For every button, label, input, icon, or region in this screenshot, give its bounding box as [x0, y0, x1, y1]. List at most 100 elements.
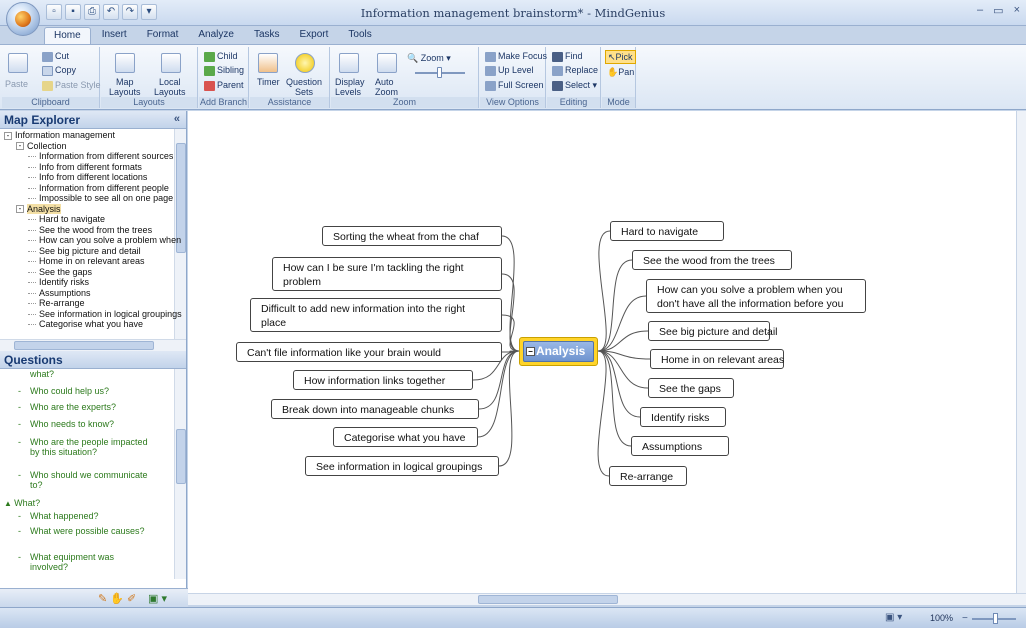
map-canvas[interactable]: − Analysis Sorting the wheat from the ch… [188, 111, 1016, 593]
question-item[interactable]: - What were possible causes? [10, 526, 160, 536]
map-topic[interactable]: Can't file information like your brain w… [236, 342, 502, 362]
question-group-header[interactable]: ▲ What? [4, 498, 154, 509]
tab-export[interactable]: Export [291, 27, 338, 44]
map-topic[interactable]: See the gaps [648, 378, 734, 398]
question-item[interactable]: - Who should we communicate to? [10, 470, 160, 490]
timer-icon[interactable] [258, 53, 278, 73]
map-topic[interactable]: Identify risks [640, 407, 726, 427]
tree-expander-icon[interactable]: - [4, 131, 12, 140]
map-topic[interactable]: See big picture and detail [648, 321, 778, 341]
tree-horizontal-scrollbar[interactable] [0, 339, 186, 351]
tab-home[interactable]: Home [44, 27, 91, 44]
pick-button[interactable]: ↖Pick [605, 50, 636, 64]
paste-button[interactable]: Paste [5, 79, 28, 89]
question-sets-button[interactable]: Question Sets [286, 77, 322, 97]
restore-button[interactable]: ▭ [993, 4, 1003, 17]
map-topic[interactable]: How can you solve a problem when you don… [646, 279, 866, 313]
map-topic[interactable]: Hard to navigate [610, 221, 724, 241]
collapse-pane-icon[interactable]: « [174, 113, 180, 125]
tree-item[interactable]: Identify risks [28, 277, 89, 288]
tree-item[interactable]: Info from different locations [28, 172, 147, 183]
tree-vertical-scrollbar[interactable] [174, 129, 186, 339]
view-mode-icon[interactable]: ▣ ▾ [885, 612, 902, 623]
canvas-vertical-scrollbar[interactable] [1016, 111, 1026, 593]
tab-analyze[interactable]: Analyze [189, 27, 243, 44]
question-item[interactable]: - What happened? [10, 511, 160, 521]
question-tools-icon[interactable]: ✎ ✋ ✐ [98, 592, 136, 605]
map-topic[interactable]: Home in on relevant areas [650, 349, 784, 369]
local-layouts-button[interactable]: Local Layouts [154, 77, 186, 97]
question-item[interactable]: - What equipment was involved? [10, 552, 160, 572]
canvas-hscroll-thumb[interactable] [478, 595, 618, 604]
timer-button[interactable]: Timer [257, 77, 280, 87]
close-button[interactable]: × [1014, 4, 1020, 17]
tree-item[interactable]: Categorise what you have [28, 319, 143, 330]
zoom-button[interactable]: 🔍 Zoom ▾ [407, 53, 451, 63]
questions-scroll-thumb[interactable] [176, 429, 186, 484]
map-topic[interactable]: Categorise what you have [333, 427, 478, 447]
pan-button[interactable]: ✋Pan [607, 67, 634, 77]
tree-item[interactable]: How can you solve a problem when [28, 235, 181, 246]
tree-item[interactable]: Information from different people [28, 183, 169, 194]
display-levels-button[interactable]: Display Levels [335, 77, 365, 97]
tree-item[interactable]: Re-arrange [28, 298, 85, 309]
map-topic[interactable]: Re-arrange [609, 466, 687, 486]
local-layouts-icon[interactable] [161, 53, 181, 73]
tree-item[interactable]: Info from different formats [28, 162, 142, 173]
tree-item[interactable]: Assumptions [28, 288, 91, 299]
zoom-out-icon[interactable]: − [962, 613, 968, 624]
tree-item[interactable]: Impossible to see all on one page [28, 193, 173, 204]
tab-tools[interactable]: Tools [339, 27, 380, 44]
question-item[interactable]: - Who needs to know? [10, 419, 160, 429]
auto-zoom-icon[interactable] [377, 53, 397, 73]
tree-item[interactable]: See information in logical groupings [28, 309, 182, 320]
map-layouts-icon[interactable] [115, 53, 135, 73]
expand-triangle-icon[interactable]: ▲ [4, 499, 14, 508]
question-icon[interactable] [295, 53, 315, 73]
map-topic[interactable]: How can I be sure I'm tackling the right… [272, 257, 502, 291]
map-topic[interactable]: See the wood from the trees [632, 250, 792, 270]
map-topic[interactable]: How information links together [293, 370, 473, 390]
minimize-button[interactable]: – [977, 4, 983, 17]
tab-insert[interactable]: Insert [93, 27, 136, 44]
sibling-button[interactable]: Sibling [204, 65, 244, 76]
make-focus-button[interactable]: Make Focus [485, 51, 547, 62]
tree-item[interactable]: Information from different sources [28, 151, 173, 162]
tab-tasks[interactable]: Tasks [245, 27, 289, 44]
full-screen-button[interactable]: Full Screen [485, 80, 544, 91]
question-item[interactable]: - Who are the people impacted by this sit… [10, 437, 160, 457]
question-item[interactable]: - Who are the experts? [10, 402, 160, 412]
display-levels-icon[interactable] [339, 53, 359, 73]
canvas-horizontal-scrollbar[interactable] [188, 593, 1026, 605]
central-topic[interactable]: − Analysis [519, 337, 598, 366]
find-button[interactable]: Find [552, 51, 583, 62]
tree-item[interactable]: - Information management [4, 130, 115, 141]
tree-hscroll-thumb[interactable] [14, 341, 154, 350]
auto-zoom-button[interactable]: Auto Zoom [375, 77, 398, 97]
zoom-slider-thumb[interactable] [437, 67, 442, 78]
tree-expander-icon[interactable]: - [16, 205, 24, 214]
copy-button[interactable]: Copy [42, 65, 76, 76]
parent-button[interactable]: Parent [204, 80, 244, 91]
tree-item[interactable]: See the wood from the trees [28, 225, 152, 236]
tree-item[interactable]: Home in on relevant areas [28, 256, 145, 267]
tab-format[interactable]: Format [138, 27, 188, 44]
paste-style-button[interactable]: Paste Style [42, 80, 101, 91]
collapse-icon[interactable]: − [526, 347, 535, 356]
replace-button[interactable]: Replace [552, 65, 598, 76]
questions-scrollbar[interactable] [174, 369, 186, 579]
tree-item[interactable]: See big picture and detail [28, 246, 141, 257]
map-topic[interactable]: Assumptions [631, 436, 729, 456]
map-topic[interactable]: Sorting the wheat from the chaf [322, 226, 502, 246]
tree-item[interactable]: Hard to navigate [28, 214, 105, 225]
cut-button[interactable]: Cut [42, 51, 69, 62]
tree-item[interactable]: See the gaps [28, 267, 92, 278]
tree-item[interactable]: - Collection [16, 141, 67, 152]
map-layouts-button[interactable]: Map Layouts [109, 77, 141, 97]
tree-expander-icon[interactable]: - [16, 142, 24, 151]
question-item[interactable]: - Who could help us? [10, 386, 160, 396]
up-level-button[interactable]: Up Level [485, 65, 534, 76]
central-topic-body[interactable]: − Analysis [523, 341, 594, 362]
app-menu-button[interactable] [6, 2, 40, 36]
paste-icon[interactable] [8, 53, 28, 73]
